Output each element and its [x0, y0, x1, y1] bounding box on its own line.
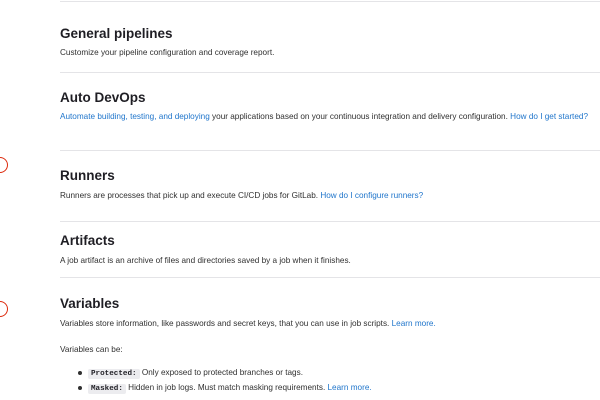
section-title[interactable]: Variables: [60, 296, 119, 312]
learn-more-link[interactable]: Learn more.: [392, 319, 436, 328]
keyword-code: Masked:: [88, 384, 126, 394]
bullet-icon: [78, 386, 82, 390]
section-title[interactable]: Runners: [60, 168, 115, 184]
auto-devops-link[interactable]: Automate building, testing, and deployin…: [60, 112, 210, 121]
configure-runners-link[interactable]: How do I configure runners?: [320, 191, 423, 200]
section-title[interactable]: Auto DevOps: [60, 90, 146, 106]
section-artifacts[interactable]: Artifacts A job artifact is an archive o…: [60, 221, 600, 278]
get-started-link[interactable]: How do I get started?: [510, 112, 588, 121]
bullet-icon: [78, 371, 82, 375]
item-text: Hidden in job logs. Must match masking r…: [125, 383, 328, 392]
section-title[interactable]: General pipelines: [60, 26, 173, 42]
section-description: Customize your pipeline configuration an…: [60, 48, 275, 57]
variables-can-be-label: Variables can be:: [60, 345, 123, 354]
section-general-pipelines[interactable]: General pipelines Customize your pipelin…: [60, 0, 600, 73]
masking-learn-more-link[interactable]: Learn more.: [328, 383, 372, 392]
section-description: A job artifact is an archive of files an…: [60, 256, 351, 265]
ci-cd-settings-page: General pipelines Customize your pipelin…: [0, 0, 600, 400]
section-runners[interactable]: Runners Runners are processes that pick …: [60, 150, 600, 222]
section-title[interactable]: Artifacts: [60, 233, 115, 249]
description-text: Runners are processes that pick up and e…: [60, 191, 321, 200]
description-text: your applications based on your continuo…: [209, 112, 511, 121]
section-description: Variables store information, like passwo…: [60, 318, 436, 330]
item-text: Only exposed to protected branches or ta…: [139, 368, 303, 377]
section-variables[interactable]: Variables Variables store information, l…: [60, 277, 600, 400]
expand-marker-runners[interactable]: [0, 157, 8, 173]
section-description: Automate building, testing, and deployin…: [60, 111, 600, 123]
keyword-code: Protected:: [88, 369, 140, 379]
expand-marker-variables[interactable]: [0, 301, 8, 317]
list-item: Protected: Only exposed to protected bra…: [60, 366, 372, 381]
section-description: Runners are processes that pick up and e…: [60, 190, 423, 202]
list-item: Masked: Hidden in job logs. Must match m…: [60, 381, 372, 396]
description-text: Variables store information, like passwo…: [60, 319, 392, 328]
section-auto-devops[interactable]: Auto DevOps Automate building, testing, …: [60, 72, 600, 151]
variables-attribute-list: Protected: Only exposed to protected bra…: [60, 366, 372, 396]
